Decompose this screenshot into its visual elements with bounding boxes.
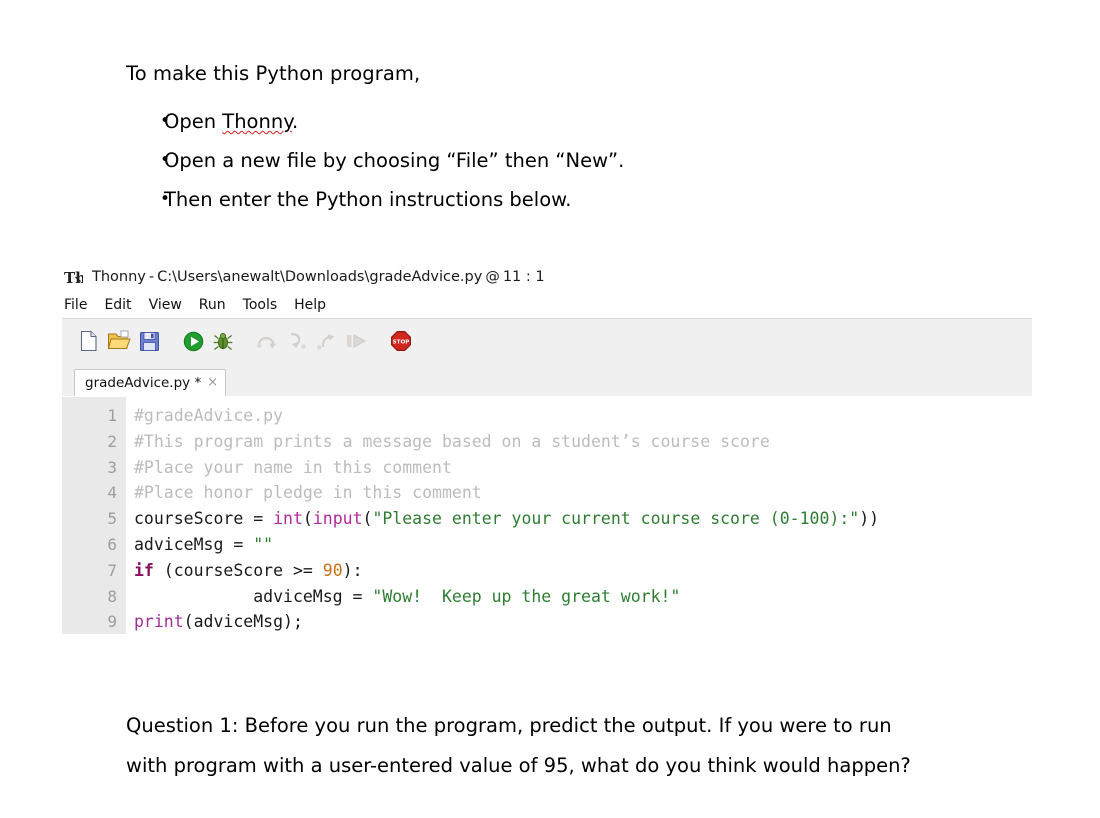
line-number: 8 — [107, 586, 117, 606]
list-item: • Open a new file by choosing “File” the… — [126, 141, 1026, 180]
code-token-plain: (adviceMsg); — [183, 612, 303, 632]
code-token-plain: adviceMsg = — [134, 534, 254, 554]
question-line: with program with a user-entered value o… — [126, 754, 911, 777]
line-number: 6 — [107, 534, 117, 554]
code-line: print(adviceMsg); — [134, 609, 1032, 635]
editor-tab-gradeadvice[interactable]: gradeAdvice.py * × — [74, 369, 227, 396]
question-block: Question 1: Before you run the program, … — [126, 706, 1026, 786]
code-token-num: 90 — [322, 560, 343, 580]
thonny-file-path: C:\Users\anewalt\Downloads\gradeAdvice.p… — [157, 269, 483, 285]
list-item-text: Open Thonny. — [164, 102, 298, 141]
open-file-icon[interactable] — [104, 326, 134, 356]
code-token-plain: ( — [362, 509, 373, 529]
line-number: 4 — [107, 483, 117, 503]
thonny-toolbar: STOP — [62, 319, 1032, 363]
code-line: adviceMsg = "" — [134, 532, 1032, 558]
thonny-menubar: File Edit View Run Tools Help — [62, 292, 1032, 318]
code-line: adviceMsg = "Wow! Keep up the great work… — [134, 584, 1032, 610]
cursor-position: 11 : 1 — [502, 269, 545, 285]
svg-text:Th: Th — [64, 269, 83, 287]
code-token-com: #gradeAdvice.py — [134, 406, 284, 425]
list-item-text-post: . — [291, 110, 299, 133]
thonny-titlebar: Th Thonny - C:\Users\anewalt\Downloads\gra… — [62, 262, 1032, 292]
save-file-icon[interactable] — [134, 326, 164, 356]
code-editor[interactable]: 1 2 3 4 5 6 7 8 9 10 #gradeAdvice.py #Thi… — [62, 396, 1032, 648]
code-token-com: #This program prints a message based on … — [134, 431, 770, 451]
thonny-logo-icon: Th — [64, 268, 86, 287]
thonny-window: Th Thonny - C:\Users\anewalt\Downloads\gra… — [62, 262, 1032, 648]
title-separator: - — [148, 269, 155, 285]
code-line: #gradeAdvice.py — [134, 403, 1032, 429]
line-number-gutter: 1 2 3 4 5 6 7 8 9 10 — [62, 397, 126, 648]
debug-icon[interactable] — [208, 326, 238, 356]
bullet-marker: • — [160, 150, 171, 170]
code-line: #This program prints a message based on … — [134, 429, 1032, 455]
new-file-icon[interactable] — [74, 326, 104, 356]
svg-text:STOP: STOP — [393, 340, 410, 346]
code-token-plain: ): — [342, 560, 363, 580]
step-into-icon — [282, 326, 312, 356]
code-token-com: #Place honor pledge in this comment — [134, 483, 482, 503]
bullet-marker: • — [160, 189, 171, 209]
code-line: if (courseScore >= 90): — [134, 558, 1032, 584]
code-token-plain: )) — [859, 509, 880, 529]
run-icon[interactable] — [178, 326, 208, 356]
thonny-app-name: Thonny — [92, 269, 146, 285]
code-token-plain: courseScore = — [134, 509, 274, 529]
line-number: 7 — [107, 560, 117, 580]
menu-item-run[interactable]: Run — [199, 295, 237, 315]
code-token-bi: input — [312, 509, 363, 529]
resume-icon — [342, 326, 372, 356]
menu-item-help[interactable]: Help — [294, 295, 337, 315]
stop-icon[interactable]: STOP — [386, 326, 416, 356]
misspelled-word: Thonny — [222, 110, 292, 133]
editor-tabstrip: gradeAdvice.py * × — [62, 363, 1032, 396]
list-item: • Then enter the Python instructions bel… — [126, 180, 1026, 219]
line-number: 1 — [107, 406, 117, 425]
menu-item-view[interactable]: View — [149, 295, 193, 315]
thonny-title-text: Thonny - C:\Users\anewalt\Downloads\gradeA… — [92, 269, 545, 285]
close-icon[interactable]: × — [207, 376, 218, 390]
menu-item-edit[interactable]: Edit — [104, 295, 142, 315]
code-token-bi: int — [273, 509, 303, 529]
line-number: 2 — [107, 431, 117, 451]
question-line: Question 1: Before you run the program, … — [126, 714, 892, 737]
code-token-plain: adviceMsg = — [134, 586, 373, 606]
menu-item-file[interactable]: File — [64, 295, 98, 315]
code-token-str: "Please enter your current course score … — [372, 509, 860, 529]
list-item-text: Then enter the Python instructions below… — [164, 188, 572, 211]
menu-item-tools[interactable]: Tools — [243, 295, 289, 315]
editor-bottom-crop — [62, 634, 1032, 648]
step-out-icon — [312, 326, 342, 356]
line-number: 5 — [107, 509, 117, 529]
code-token-kw: if — [134, 560, 154, 580]
list-item-text: Open a new file by choosing “File” then … — [164, 149, 625, 172]
list-item: • Open Thonny. — [126, 102, 1026, 141]
code-line: #Place honor pledge in this comment — [134, 480, 1032, 506]
code-token-str: "" — [253, 534, 274, 554]
code-line: courseScore = int(input("Please enter yo… — [134, 506, 1032, 532]
editor-tab-label: gradeAdvice.py * — [85, 375, 202, 391]
code-token-fn: print — [134, 612, 184, 632]
code-token-str: "Wow! Keep up the great work!" — [372, 586, 681, 606]
title-at-marker: @ — [485, 269, 500, 285]
code-token-com: #Place your name in this comment — [134, 457, 452, 477]
code-token-plain: (courseScore >= — [153, 560, 323, 580]
intro-paragraph: To make this Python program, — [126, 62, 421, 85]
thonny-window-body: STOP gradeAdvice.py * × 1 2 3 4 5 6 7 8 … — [62, 318, 1032, 648]
code-line: #Place your name in this comment — [134, 455, 1032, 481]
line-number: 3 — [107, 457, 117, 477]
line-number: 9 — [107, 612, 117, 632]
step-over-icon — [252, 326, 282, 356]
bullet-marker: • — [160, 111, 171, 131]
code-text-area[interactable]: #gradeAdvice.py #This program prints a me… — [126, 397, 1032, 648]
list-item-text-pre: Open — [164, 110, 223, 133]
code-token-plain: ( — [302, 509, 313, 529]
instruction-list: • Open Thonny. • Open a new file by choo… — [126, 102, 1026, 219]
